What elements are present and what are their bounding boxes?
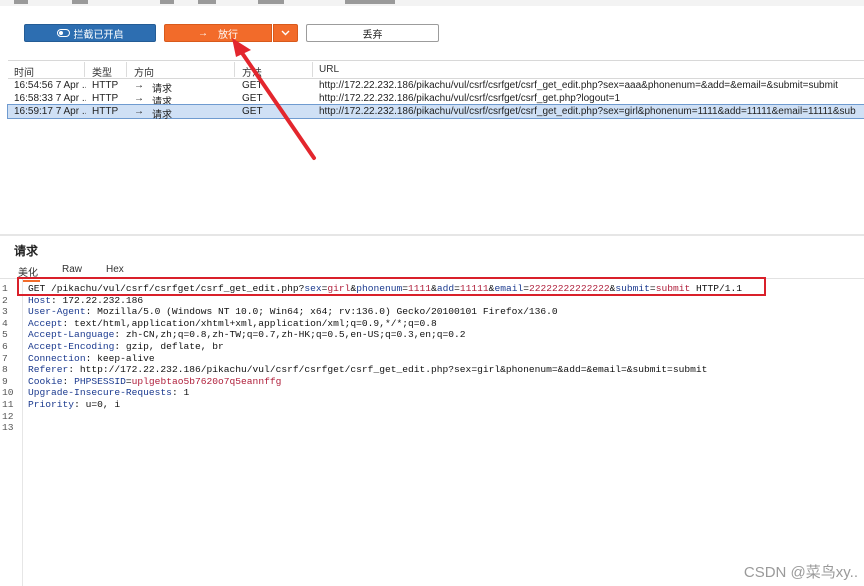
- watermark: CSDN @菜鸟xy..: [743, 564, 858, 581]
- code-text: Referer: http://172.22.232.186/pikachu/v…: [28, 364, 708, 376]
- table-header: 时间 类型 方向 方法 URL: [8, 60, 864, 79]
- line-number: 13: [2, 422, 14, 434]
- code-text: Cookie: PHPSESSID=uplgebtao5b7620o7q5ean…: [28, 375, 282, 387]
- cell-time: 16:54:56 7 Apr ...: [14, 80, 86, 91]
- cell-type: HTTP: [92, 106, 119, 117]
- line-number: 8: [2, 364, 8, 376]
- line-number: 5: [2, 329, 8, 341]
- line-number: 6: [2, 341, 8, 352]
- cell-url: http://172.22.232.186/pikachu/vul/csrf/c…: [319, 80, 838, 91]
- line-number: 10: [2, 387, 14, 399]
- arrow-right-icon: →: [134, 80, 144, 91]
- table-row[interactable]: 16:58:33 7 Apr ... HTTP → 请求 GET http://…: [8, 92, 864, 108]
- line-number: 12: [2, 410, 14, 422]
- line-number: 4: [2, 317, 8, 329]
- cell-method: GET: [242, 106, 263, 117]
- code-text: Upgrade-Insecure-Requests: 1: [28, 387, 190, 399]
- line-number: 7: [2, 352, 8, 364]
- tab-fragment[interactable]: [14, 0, 28, 4]
- proxy-toolbar: 拦截已开启 → 放行 丢弃: [0, 6, 864, 58]
- table-body: 16:54:56 7 Apr ... HTTP → 请求 GET http://…: [7, 79, 864, 121]
- cell-direction: 请求: [152, 110, 172, 121]
- intercept-toggle-button[interactable]: 拦截已开启: [24, 24, 156, 42]
- arrow-right-icon: →: [134, 106, 144, 117]
- code-text: Accept-Encoding: gzip, deflate, br: [28, 341, 224, 352]
- forward-button[interactable]: → 放行: [164, 24, 272, 42]
- line-number: 11: [2, 399, 14, 410]
- cell-method: GET: [242, 80, 263, 91]
- tab-fragment[interactable]: [198, 0, 216, 4]
- code-text: Accept: text/html,application/xhtml+xml,…: [28, 317, 437, 329]
- tab-fragment[interactable]: [258, 0, 284, 4]
- line-number: 2: [2, 294, 8, 306]
- forward-label: 放行: [218, 29, 238, 41]
- arrow-right-icon: →: [198, 27, 208, 39]
- request-editor[interactable]: 1 GET /pikachu/vul/csrf/csrfget/csrf_get_…: [0, 279, 864, 586]
- intercept-label: 拦截已开启: [73, 29, 124, 41]
- tab-hex[interactable]: Hex: [106, 264, 124, 275]
- highlight-box: [17, 277, 766, 296]
- column-header-method[interactable]: 方法: [242, 64, 262, 79]
- code-text: Host: 172.22.232.186: [28, 294, 144, 306]
- toggle-icon: [56, 29, 70, 37]
- chevron-down-icon: [281, 28, 290, 39]
- line-number: 3: [2, 306, 8, 318]
- arrow-right-icon: →: [134, 93, 144, 104]
- cell-method: GET: [242, 93, 263, 104]
- column-header-url[interactable]: URL: [319, 64, 339, 75]
- tab-raw[interactable]: Raw: [62, 264, 82, 275]
- code-text: Connection: keep-alive: [28, 352, 155, 364]
- intercept-history-table: 时间 类型 方向 方法 URL 16:54:56 7 Apr ... HTTP …: [7, 60, 864, 121]
- tab-fragment[interactable]: [345, 0, 395, 4]
- drop-label: 丢弃: [362, 29, 383, 41]
- column-header-time[interactable]: 时间: [14, 64, 34, 79]
- request-panel-title: 请求: [14, 244, 39, 258]
- request-view-tabs: 美化 Raw Hex: [0, 262, 864, 282]
- code-text: User-Agent: Mozilla/5.0 (Windows NT 10.0…: [28, 306, 558, 318]
- cell-type: HTTP: [92, 80, 119, 91]
- cell-type: HTTP: [92, 93, 119, 104]
- cell-time: 16:59:17 7 Apr ...: [14, 106, 86, 117]
- pane-splitter[interactable]: [0, 234, 864, 236]
- drop-button[interactable]: 丢弃: [306, 24, 439, 42]
- forward-dropdown-button[interactable]: [273, 24, 298, 42]
- tab-fragment[interactable]: [72, 0, 88, 4]
- table-row-selected[interactable]: 16:59:17 7 Apr ... HTTP → 请求 GET http://…: [7, 104, 864, 121]
- column-header-direction[interactable]: 方向: [134, 64, 154, 79]
- code-text: Priority: u=0, i: [28, 399, 121, 410]
- cell-time: 16:58:33 7 Apr ...: [14, 93, 86, 104]
- code-text: Accept-Language: zh-CN,zh;q=0.8,zh-TW;q=…: [28, 329, 466, 341]
- column-header-type[interactable]: 类型: [92, 64, 112, 79]
- table-row[interactable]: 16:54:56 7 Apr ... HTTP → 请求 GET http://…: [8, 79, 864, 95]
- cell-url: http://172.22.232.186/pikachu/vul/csrf/c…: [319, 106, 856, 117]
- line-number: 1: [2, 283, 8, 294]
- line-number: 9: [2, 375, 8, 387]
- cell-url: http://172.22.232.186/pikachu/vul/csrf/c…: [319, 93, 621, 104]
- tab-fragment[interactable]: [160, 0, 174, 4]
